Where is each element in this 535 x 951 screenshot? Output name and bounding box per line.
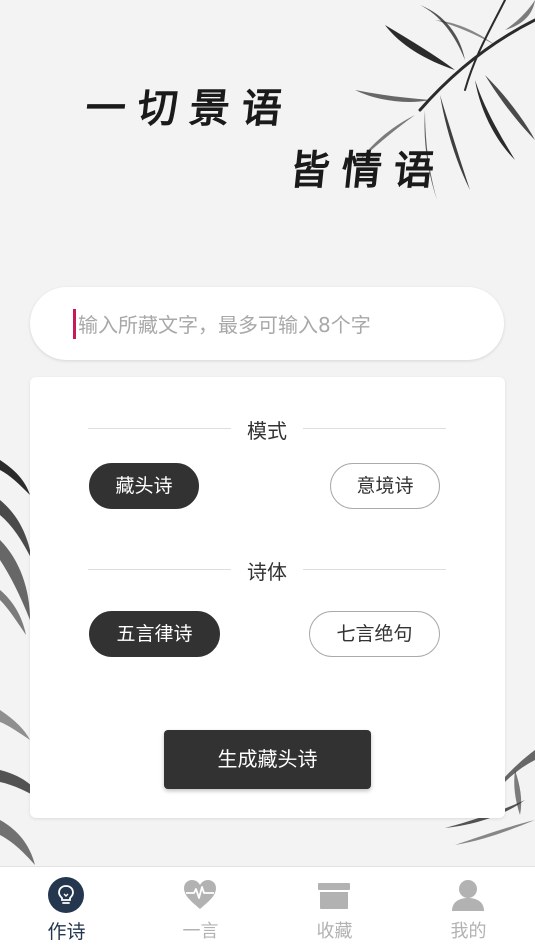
- style-section-header: 诗体: [88, 554, 446, 584]
- hero-title-line-1: 一切景语: [83, 85, 297, 132]
- generate-button[interactable]: 生成藏头诗: [164, 730, 371, 789]
- tab-quote-label: 一言: [182, 921, 219, 942]
- heartbeat-icon: [184, 880, 216, 909]
- style-option-seven-char[interactable]: 七言绝句: [309, 611, 440, 657]
- options-card: 模式 藏头诗 意境诗 诗体 五言律诗 七言绝句 生成藏头诗: [30, 377, 505, 818]
- mode-option-acrostic[interactable]: 藏头诗: [89, 463, 199, 509]
- user-icon: [452, 880, 484, 911]
- divider-line: [303, 428, 446, 429]
- bottom-tab-bar: 作诗 一言 收藏 我的: [0, 866, 535, 951]
- mode-label: 模式: [247, 419, 287, 443]
- archive-box-icon: [318, 883, 350, 909]
- tab-favorites[interactable]: 收藏: [268, 867, 401, 951]
- mode-section-header: 模式: [88, 413, 446, 443]
- tab-compose-label: 作诗: [47, 921, 86, 943]
- hidden-text-input[interactable]: [76, 305, 480, 345]
- lightbulb-icon: [48, 877, 84, 913]
- hidden-text-input-container[interactable]: [30, 287, 504, 360]
- divider-line: [303, 569, 446, 570]
- tab-favorites-label: 收藏: [316, 921, 353, 942]
- mode-option-mood[interactable]: 意境诗: [330, 463, 440, 509]
- tab-profile-label: 我的: [450, 921, 487, 942]
- tab-quote[interactable]: 一言: [134, 867, 267, 951]
- tab-compose[interactable]: 作诗: [0, 867, 133, 951]
- hero-title-line-2: 皆情语: [287, 147, 449, 194]
- style-label: 诗体: [247, 560, 287, 584]
- tab-profile[interactable]: 我的: [402, 867, 535, 951]
- style-option-five-char[interactable]: 五言律诗: [89, 611, 220, 657]
